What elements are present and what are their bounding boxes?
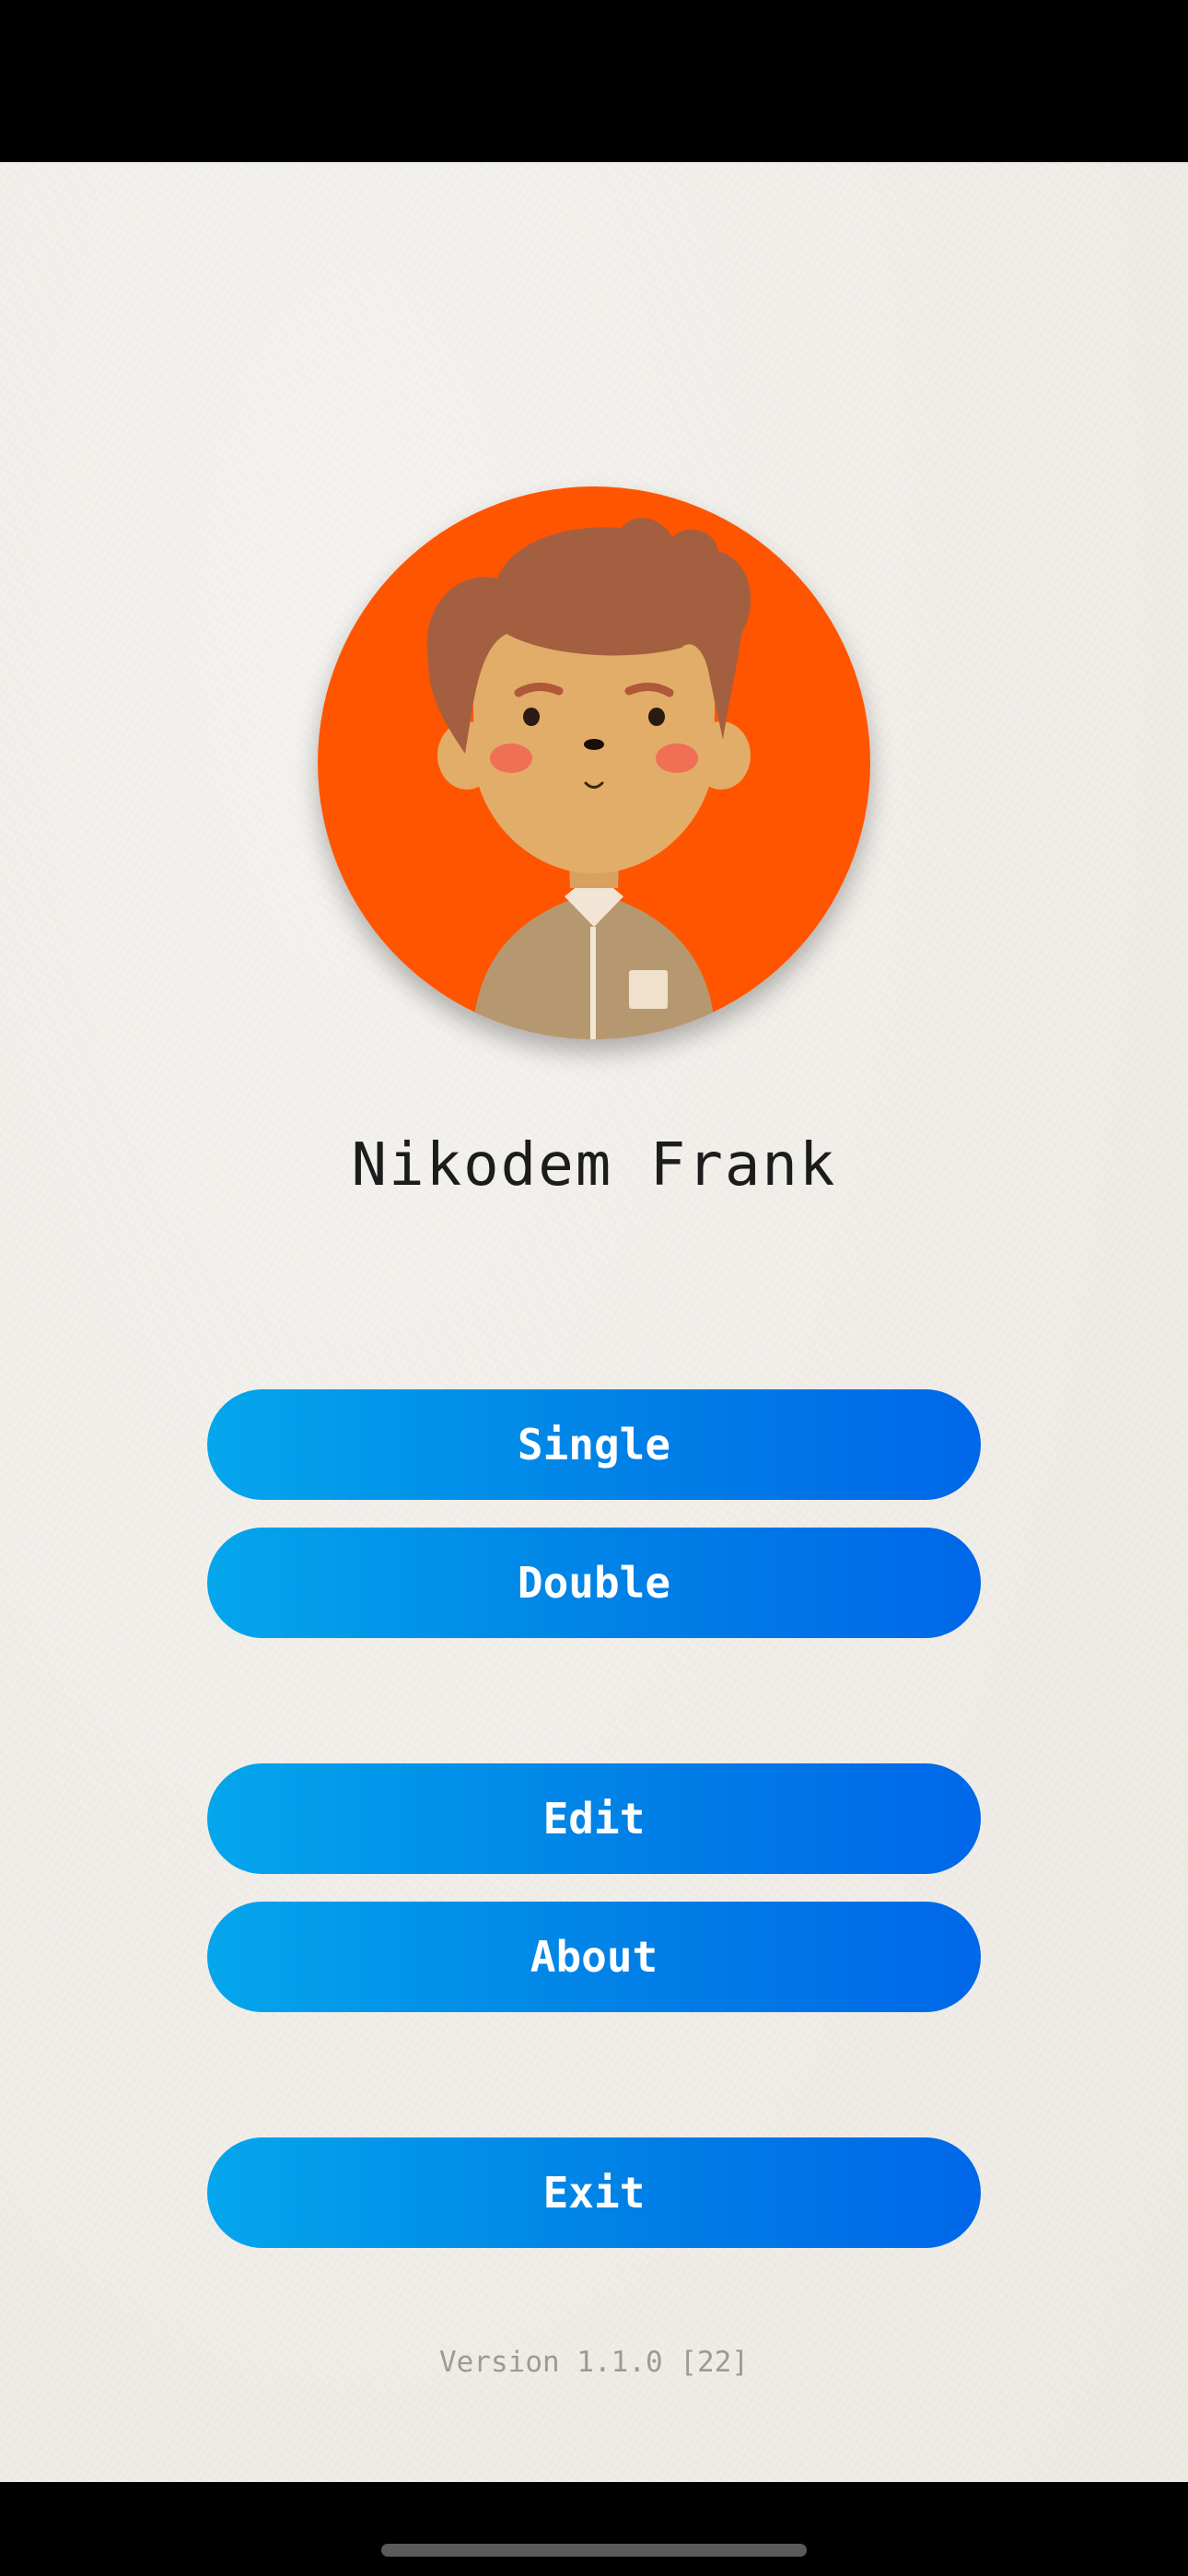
about-button[interactable]: About [207, 1902, 981, 2012]
edit-button[interactable]: Edit [207, 1763, 981, 1874]
boy-avatar-icon [318, 486, 870, 1039]
profile-avatar [318, 486, 870, 1039]
navigation-bar [0, 2482, 1188, 2576]
user-name: Nikodem Frank [351, 1131, 837, 1200]
status-bar [0, 0, 1188, 162]
double-button[interactable]: Double [207, 1528, 981, 1638]
single-button[interactable]: Single [207, 1389, 981, 1500]
exit-button[interactable]: Exit [207, 2137, 981, 2248]
version-label: Version 1.1.0 [22] [439, 2346, 749, 2379]
home-indicator[interactable] [381, 2544, 807, 2557]
